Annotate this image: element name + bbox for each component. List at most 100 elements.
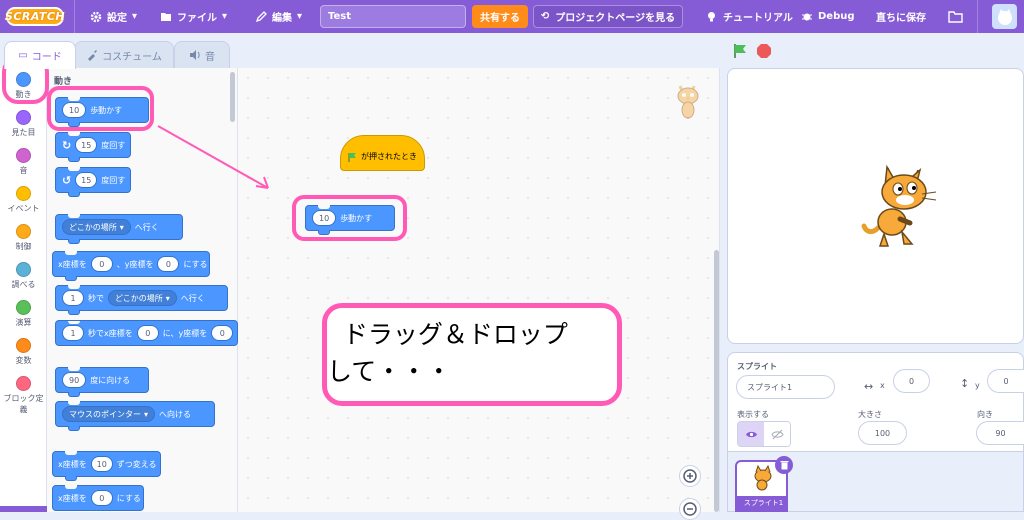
file-menu[interactable]: ファイル ▾ — [160, 0, 227, 33]
hide-button[interactable] — [764, 422, 790, 446]
block-text: に、y座標を — [162, 328, 208, 338]
settings-label: 設定 — [107, 13, 127, 24]
edit-menu[interactable]: 編集 ▾ — [255, 0, 302, 33]
category-label: 制御 — [15, 242, 32, 251]
show-label: 表示する — [737, 410, 769, 419]
refresh-icon: ⟲ — [540, 11, 550, 22]
x-label: x — [880, 381, 885, 390]
zoom-out-button[interactable] — [679, 498, 701, 520]
glide-block[interactable]: 1 秒で どこかの場所 ▾ へ行く — [55, 285, 228, 315]
degrees-input[interactable]: 15 — [75, 137, 98, 153]
category-label: ブロック定 — [3, 394, 44, 403]
direction-input[interactable]: 90 — [976, 421, 1024, 445]
category-label: イベント — [7, 204, 40, 213]
extension-button-edge[interactable] — [0, 506, 47, 512]
goto-xy-block[interactable]: x座標を 0 、y座標を 0 にする — [52, 251, 210, 281]
block-text: 秒でx座標を — [88, 328, 133, 338]
save-now-button[interactable]: 直ちに保存 — [876, 0, 926, 33]
y-input[interactable]: 0 — [157, 256, 180, 272]
turn-left-block[interactable]: ↺ 15 度回す — [55, 167, 131, 197]
chevron-down-icon: ▾ — [297, 11, 303, 22]
editor-tabs: ▭ コード コスチューム 音 — [0, 41, 236, 69]
code-workspace[interactable] — [238, 68, 720, 512]
stage[interactable] — [727, 68, 1024, 344]
category-label: 調べる — [11, 280, 36, 289]
delete-sprite-button[interactable] — [775, 456, 793, 474]
block-text: ずつ変える — [116, 459, 157, 469]
goto-target-dropdown[interactable]: どこかの場所 ▾ — [62, 219, 131, 235]
x-input[interactable]: 0 — [90, 256, 113, 272]
category-sound[interactable]: 音 — [0, 148, 47, 176]
y-position-input[interactable]: 0 — [987, 369, 1024, 393]
avatar[interactable] — [992, 4, 1017, 29]
share-button[interactable]: 共有する — [472, 5, 528, 28]
block-text: にする — [116, 493, 141, 503]
category-control[interactable]: 制御 — [0, 224, 47, 252]
glide-xy-block[interactable]: 1 秒でx座標を 0 に、y座標を 0 — [55, 320, 238, 346]
looks-color-dot — [16, 110, 31, 125]
direction-input[interactable]: 90 — [62, 372, 87, 388]
zoom-in-button[interactable] — [679, 465, 701, 487]
menu-bar: SCRATCH 設定 ▾ ファイル ▾ 編集 ▾ Test 共有する ⟲ プロジ… — [0, 0, 1024, 33]
category-operators[interactable]: 演算 — [0, 300, 47, 328]
x-set-input[interactable]: 0 — [90, 490, 113, 506]
project-title-input[interactable]: Test — [320, 5, 466, 28]
category-events[interactable]: イベント — [0, 186, 47, 214]
y-input[interactable]: 0 — [211, 325, 234, 341]
change-x-block[interactable]: x座標を 10 ずつ変える — [52, 451, 161, 481]
block-text: が押されたとき — [361, 152, 417, 161]
x-input[interactable]: 0 — [136, 325, 159, 341]
glide-target-dropdown[interactable]: どこかの場所 ▾ — [108, 290, 177, 306]
settings-menu[interactable]: 設定 ▾ — [90, 0, 137, 33]
tab-costumes[interactable]: コスチューム — [74, 41, 174, 68]
see-project-page-label: プロジェクトページを見る — [555, 13, 676, 24]
chevron-down-icon: ▾ — [165, 293, 170, 303]
category-variables[interactable]: 変数 — [0, 338, 47, 366]
category-label: 見た目 — [11, 128, 36, 137]
category-menu: 動き 見た目 音 イベント 制御 調べる 演算 変数 ブロック定 義 — [0, 68, 47, 512]
scratch-logo[interactable]: SCRATCH — [5, 7, 65, 26]
sprite-watermark-icon — [677, 85, 699, 119]
category-label: 変数 — [15, 356, 32, 365]
see-project-page-button[interactable]: ⟲ プロジェクトページを見る — [533, 5, 683, 28]
chevron-down-icon: ▾ — [132, 11, 138, 22]
x-change-input[interactable]: 10 — [90, 456, 113, 472]
size-input[interactable]: 100 — [858, 421, 907, 445]
tab-code[interactable]: ▭ コード — [4, 41, 76, 69]
scratch-cat-thumbnail-icon — [754, 465, 772, 491]
workspace-scrollbar[interactable] — [714, 250, 719, 512]
set-x-block[interactable]: x座標を 0 にする — [52, 485, 144, 511]
category-sensing[interactable]: 調べる — [0, 262, 47, 290]
category-looks[interactable]: 見た目 — [0, 110, 47, 138]
rotate-left-icon: ↺ — [62, 173, 72, 187]
my-stuff-button[interactable] — [948, 0, 963, 33]
seconds-input[interactable]: 1 — [62, 290, 84, 306]
tutorials-button[interactable]: チュートリアル — [705, 0, 793, 33]
sensing-color-dot — [16, 262, 31, 277]
sprite-name-input[interactable]: スプライト1 — [736, 375, 835, 399]
x-position-input[interactable]: 0 — [893, 369, 930, 393]
control-color-dot — [16, 224, 31, 239]
point-towards-dropdown[interactable]: マウスのポインター ▾ — [62, 406, 156, 422]
direction-label: 向き — [977, 410, 993, 419]
scratch-cat-sprite[interactable] — [860, 164, 952, 254]
green-flag-icon[interactable] — [732, 43, 748, 59]
seconds-input[interactable]: 1 — [62, 325, 84, 341]
degrees-input[interactable]: 15 — [75, 172, 98, 188]
show-button[interactable] — [738, 422, 764, 446]
block-text: へ行く — [180, 293, 205, 303]
category-my-blocks[interactable]: ブロック定 義 — [0, 376, 47, 415]
speaker-icon — [190, 50, 200, 60]
tab-sounds[interactable]: 音 — [174, 41, 230, 68]
point-towards-block[interactable]: マウスのポインター ▾ へ向ける — [55, 401, 215, 431]
point-in-direction-block[interactable]: 90 度に向ける — [55, 367, 149, 397]
turn-right-block[interactable]: ↻ 15 度回す — [55, 132, 131, 162]
when-flag-clicked-block[interactable]: が押されたとき — [340, 135, 425, 171]
size-label: 大きさ — [858, 410, 882, 419]
sprite-thumbnail-name: スプライト1 — [737, 496, 786, 510]
x-arrow-icon: ↔ — [864, 380, 874, 393]
stop-icon[interactable] — [756, 43, 772, 59]
palette-scrollbar[interactable] — [230, 72, 235, 122]
debug-button[interactable]: Debug — [801, 0, 855, 33]
goto-block[interactable]: どこかの場所 ▾ へ行く — [55, 214, 183, 244]
